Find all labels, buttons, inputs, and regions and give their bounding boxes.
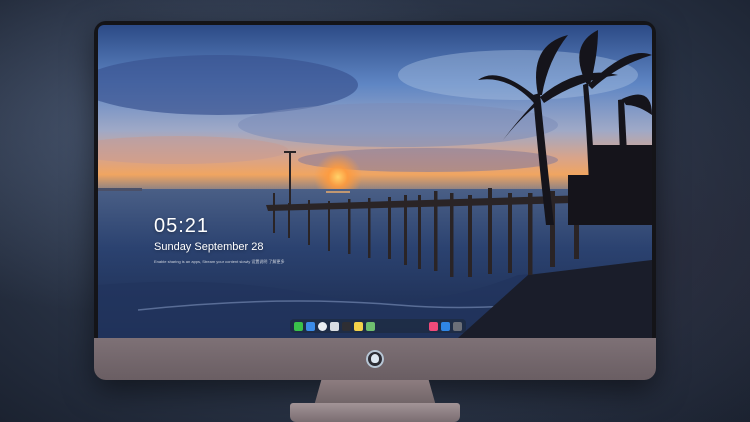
clapper-icon[interactable] bbox=[342, 321, 351, 331]
music-icon[interactable] bbox=[429, 321, 438, 331]
brand-logo-icon bbox=[366, 350, 384, 368]
monitor-stand-base bbox=[290, 403, 460, 422]
finder-icon[interactable] bbox=[306, 321, 315, 331]
notes-icon[interactable] bbox=[354, 321, 363, 331]
monitor-chin bbox=[94, 338, 656, 380]
safari-icon[interactable] bbox=[318, 321, 327, 331]
dock bbox=[290, 319, 466, 333]
sunset-pier-wallpaper bbox=[98, 25, 652, 338]
lock-screen: 05:21 Sunday September 28 Enable sharing… bbox=[98, 25, 652, 338]
preview-icon[interactable] bbox=[330, 321, 339, 331]
camera-icon[interactable] bbox=[453, 321, 462, 331]
app-store-icon[interactable] bbox=[441, 321, 450, 331]
lockscreen-date: Sunday September 28 bbox=[154, 241, 264, 253]
messages-icon[interactable] bbox=[294, 321, 303, 331]
monitor: 05:21 Sunday September 28 Enable sharing… bbox=[94, 21, 656, 380]
lockscreen-subtitle: Enable sharing is an apps, Stream your c… bbox=[154, 259, 285, 264]
photos-icon[interactable] bbox=[366, 321, 375, 331]
lockscreen-time: 05:21 bbox=[154, 215, 210, 237]
